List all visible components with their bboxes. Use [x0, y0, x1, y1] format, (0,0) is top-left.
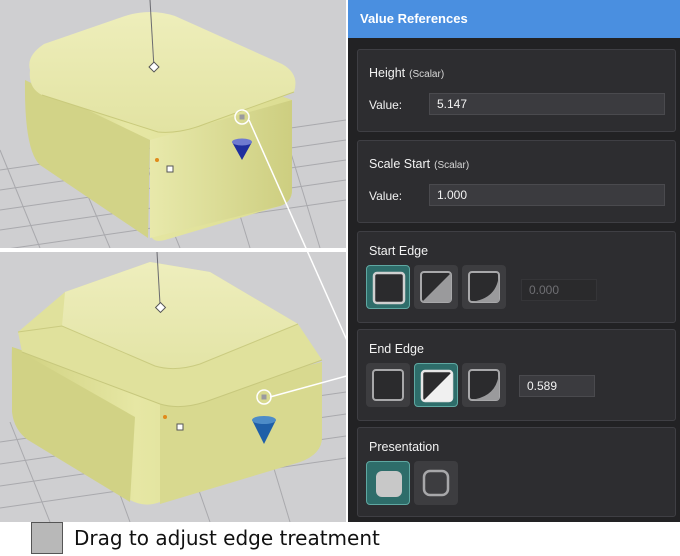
fillet-edge-icon: [468, 369, 500, 401]
start-edge-chamfer-option[interactable]: [414, 265, 458, 309]
outline-presentation-icon: [422, 469, 450, 497]
start-edge-fillet-option[interactable]: [462, 265, 506, 309]
solid-presentation-icon: [376, 471, 402, 497]
presentation-section: Presentation: [357, 427, 676, 517]
height-value-label: Value:: [369, 98, 403, 112]
scale-handle: [166, 165, 174, 173]
gray-swatch-icon: [31, 522, 63, 554]
chamfer-edge-icon: [420, 369, 454, 403]
end-edge-fillet-option[interactable]: [462, 363, 506, 407]
presentation-solid-option[interactable]: [366, 461, 410, 505]
value-references-panel: Value References Height (Scalar) Value: 5…: [348, 0, 680, 522]
square-edge-icon: [372, 369, 404, 401]
scale-start-value-input[interactable]: 1.000: [429, 184, 665, 206]
viewport-top[interactable]: [0, 0, 346, 248]
caption-text: Drag to adjust edge treatment: [74, 526, 380, 550]
height-title: Height (Scalar): [369, 66, 445, 80]
end-edge-value-input[interactable]: 0.589: [519, 375, 595, 397]
presentation-outline-option[interactable]: [414, 461, 458, 505]
fillet-edge-icon: [468, 271, 500, 303]
chamfer-edge-icon: [420, 271, 452, 303]
start-edge-title: Start Edge: [369, 244, 429, 258]
origin-dot: [155, 158, 159, 162]
panel-title: Value References: [348, 0, 680, 38]
height-value-input[interactable]: 5.147: [429, 93, 665, 115]
scale-start-title: Scale Start (Scalar): [369, 157, 470, 171]
viewport-bottom[interactable]: [0, 252, 346, 522]
height-section: Height (Scalar) Value: 5.147: [357, 49, 676, 132]
end-edge-square-option[interactable]: [366, 363, 410, 407]
presentation-title: Presentation: [369, 440, 440, 454]
square-edge-icon: [372, 271, 406, 305]
end-edge-title: End Edge: [369, 342, 424, 356]
start-edge-section: Start Edge 0.000: [357, 231, 676, 323]
end-edge-section: End Edge 0.589: [357, 329, 676, 421]
start-edge-square-option[interactable]: [366, 265, 410, 309]
end-edge-chamfer-option[interactable]: [414, 363, 458, 407]
start-edge-value-input[interactable]: 0.000: [521, 279, 597, 301]
scale-start-section: Scale Start (Scalar) Value: 1.000: [357, 140, 676, 223]
scale-start-value-label: Value:: [369, 189, 403, 203]
